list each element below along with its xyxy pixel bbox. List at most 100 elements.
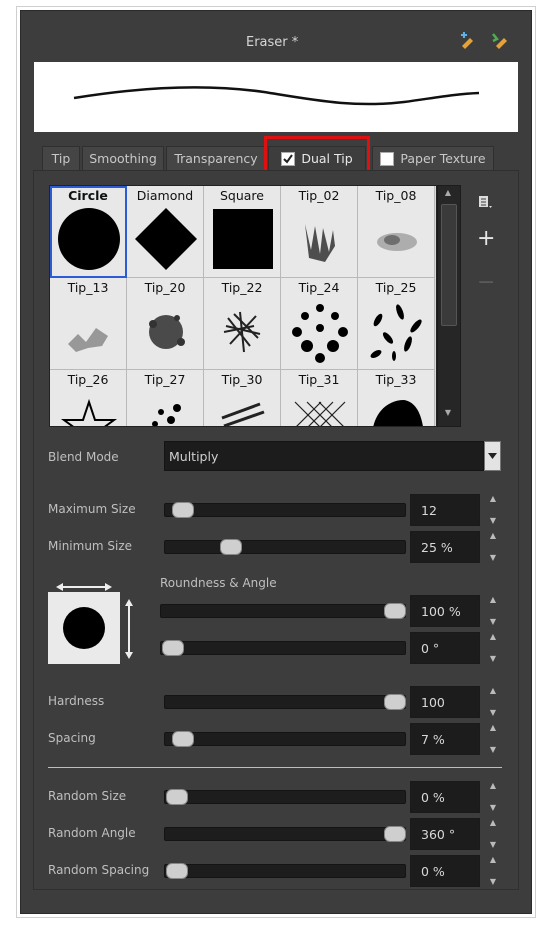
tip-24[interactable]: Tip_24 — [281, 278, 358, 370]
tip-grid-scrollbar[interactable]: ▲ ▼ — [437, 185, 461, 427]
horizontal-arrow-icon — [54, 578, 114, 591]
random-spacing-slider-knob[interactable] — [166, 863, 188, 879]
tip-27[interactable]: Tip_27 — [127, 370, 204, 426]
angle-field[interactable]: 0 ° — [410, 632, 480, 664]
panel-title: Eraser * — [246, 35, 299, 50]
round-tip-preview-icon — [63, 607, 105, 649]
square-tip-icon — [213, 209, 273, 269]
hardness-stepper[interactable]: ▲ ▼ — [486, 686, 500, 718]
spacing-field[interactable]: 7 % — [410, 723, 480, 755]
tip-27-icon — [152, 404, 181, 426]
spacing-label: Spacing — [48, 731, 96, 745]
maximum-size-slider-knob[interactable] — [172, 502, 194, 518]
highlight-box — [264, 136, 370, 173]
random-angle-field[interactable]: 360 ° — [410, 818, 480, 850]
maximum-size-slider[interactable] — [164, 503, 406, 517]
tab-smoothing[interactable]: Smoothing — [82, 146, 164, 170]
roundness-slider[interactable] — [160, 604, 406, 618]
blend-mode-dropdown-button[interactable] — [484, 441, 501, 471]
minimum-size-slider-knob[interactable] — [220, 539, 242, 555]
tip-13[interactable]: Tip_13 — [50, 278, 127, 370]
random-angle-stepper[interactable]: ▲ ▼ — [486, 818, 500, 850]
divider — [48, 767, 502, 768]
random-size-slider[interactable] — [164, 790, 406, 804]
tip-25[interactable]: Tip_25 — [358, 278, 435, 370]
tip-22[interactable]: Tip_22 — [204, 278, 281, 370]
tip-02[interactable]: Tip_02 — [281, 186, 358, 278]
tip-circle[interactable]: Circle — [50, 186, 127, 278]
tip-square[interactable]: Square — [204, 186, 281, 278]
random-spacing-field[interactable]: 0 % — [410, 855, 480, 887]
maximum-size-label: Maximum Size — [48, 502, 136, 516]
minimum-size-slider[interactable] — [164, 540, 406, 554]
checkbox-unchecked-icon[interactable] — [380, 151, 395, 166]
maximum-size-field[interactable]: 12 — [410, 494, 480, 526]
minimum-size-field[interactable]: 25 % — [410, 531, 480, 563]
tip-08[interactable]: Tip_08 — [358, 186, 435, 278]
diamond-tip-icon — [135, 208, 197, 270]
tab-tip[interactable]: Tip — [42, 146, 80, 170]
scroll-thumb[interactable] — [441, 204, 457, 326]
random-size-field[interactable]: 0 % — [410, 781, 480, 813]
tip-13-icon — [68, 328, 108, 352]
tip-22-icon — [223, 311, 261, 353]
tip-26[interactable]: Tip_26 — [50, 370, 127, 426]
hardness-slider-knob[interactable] — [384, 694, 406, 710]
vertical-arrow-icon — [123, 598, 135, 660]
spacing-slider[interactable] — [164, 732, 406, 746]
star-tip-icon — [60, 398, 118, 426]
scroll-down-icon[interactable]: ▼ — [442, 408, 454, 420]
angle-slider-knob[interactable] — [162, 640, 184, 656]
tip-24-icon — [292, 304, 348, 363]
roundness-slider-knob[interactable] — [384, 603, 406, 619]
spacing-stepper[interactable]: ▲ ▼ — [486, 723, 500, 755]
circle-tip-icon — [58, 208, 120, 270]
random-spacing-label: Random Spacing — [48, 863, 150, 877]
random-size-slider-knob[interactable] — [166, 789, 188, 805]
tip-02-icon — [305, 224, 335, 262]
tip-31[interactable]: Tip_31 — [281, 370, 358, 426]
minimum-size-stepper[interactable]: ▲ ▼ — [486, 531, 500, 563]
blend-mode-select[interactable]: Multiply — [164, 441, 484, 471]
maximum-size-stepper[interactable]: ▲ ▼ — [486, 494, 500, 526]
tab-paper-texture[interactable]: Paper Texture — [372, 146, 494, 170]
hatch-tip-icon — [294, 401, 346, 426]
random-size-stepper[interactable]: ▲ ▼ — [486, 781, 500, 813]
random-angle-slider-knob[interactable] — [384, 826, 406, 842]
tip-20[interactable]: Tip_20 — [127, 278, 204, 370]
angle-stepper[interactable]: ▲ ▼ — [486, 632, 500, 664]
angle-slider[interactable] — [160, 641, 406, 655]
tip-diamond[interactable]: Diamond — [127, 186, 204, 278]
scroll-up-icon[interactable]: ▲ — [442, 188, 454, 200]
roundness-stepper[interactable]: ▲ ▼ — [486, 595, 500, 627]
remove-tip-icon[interactable]: − — [477, 272, 495, 294]
random-angle-label: Random Angle — [48, 826, 136, 840]
menu-icon[interactable] — [476, 193, 494, 211]
tip-08-icon — [377, 233, 417, 251]
roundness-field[interactable]: 100 % — [410, 595, 480, 627]
hardness-label: Hardness — [48, 694, 105, 708]
add-tip-icon[interactable]: + — [477, 228, 495, 250]
tip-library-grid: Circle Diamond Square Tip_02 Tip_08 Tip_… — [49, 185, 437, 427]
tip-33[interactable]: Tip_33 — [358, 370, 435, 426]
stroke-preview — [34, 62, 518, 132]
create-preset-icon[interactable] — [458, 32, 478, 50]
import-preset-icon[interactable] — [490, 32, 512, 50]
roundness-angle-label: Roundness & Angle — [160, 576, 277, 590]
blend-mode-label: Blend Mode — [48, 450, 119, 464]
chevron-down-icon — [488, 453, 497, 459]
random-size-label: Random Size — [48, 789, 127, 803]
hardness-slider[interactable] — [164, 695, 406, 709]
random-spacing-slider[interactable] — [164, 864, 406, 878]
random-spacing-stepper[interactable]: ▲ ▼ — [486, 855, 500, 887]
tip-25-icon — [370, 304, 422, 361]
tip-33-icon — [373, 400, 423, 426]
tip-30[interactable]: Tip_30 — [204, 370, 281, 426]
tip-20-icon — [149, 315, 185, 349]
hardness-field[interactable]: 100 — [410, 686, 480, 718]
tip-30-icon — [221, 402, 265, 426]
tab-transparency[interactable]: Transparency — [166, 146, 266, 170]
spacing-slider-knob[interactable] — [172, 731, 194, 747]
tip-shape-preview[interactable] — [48, 592, 120, 664]
random-angle-slider[interactable] — [164, 827, 406, 841]
